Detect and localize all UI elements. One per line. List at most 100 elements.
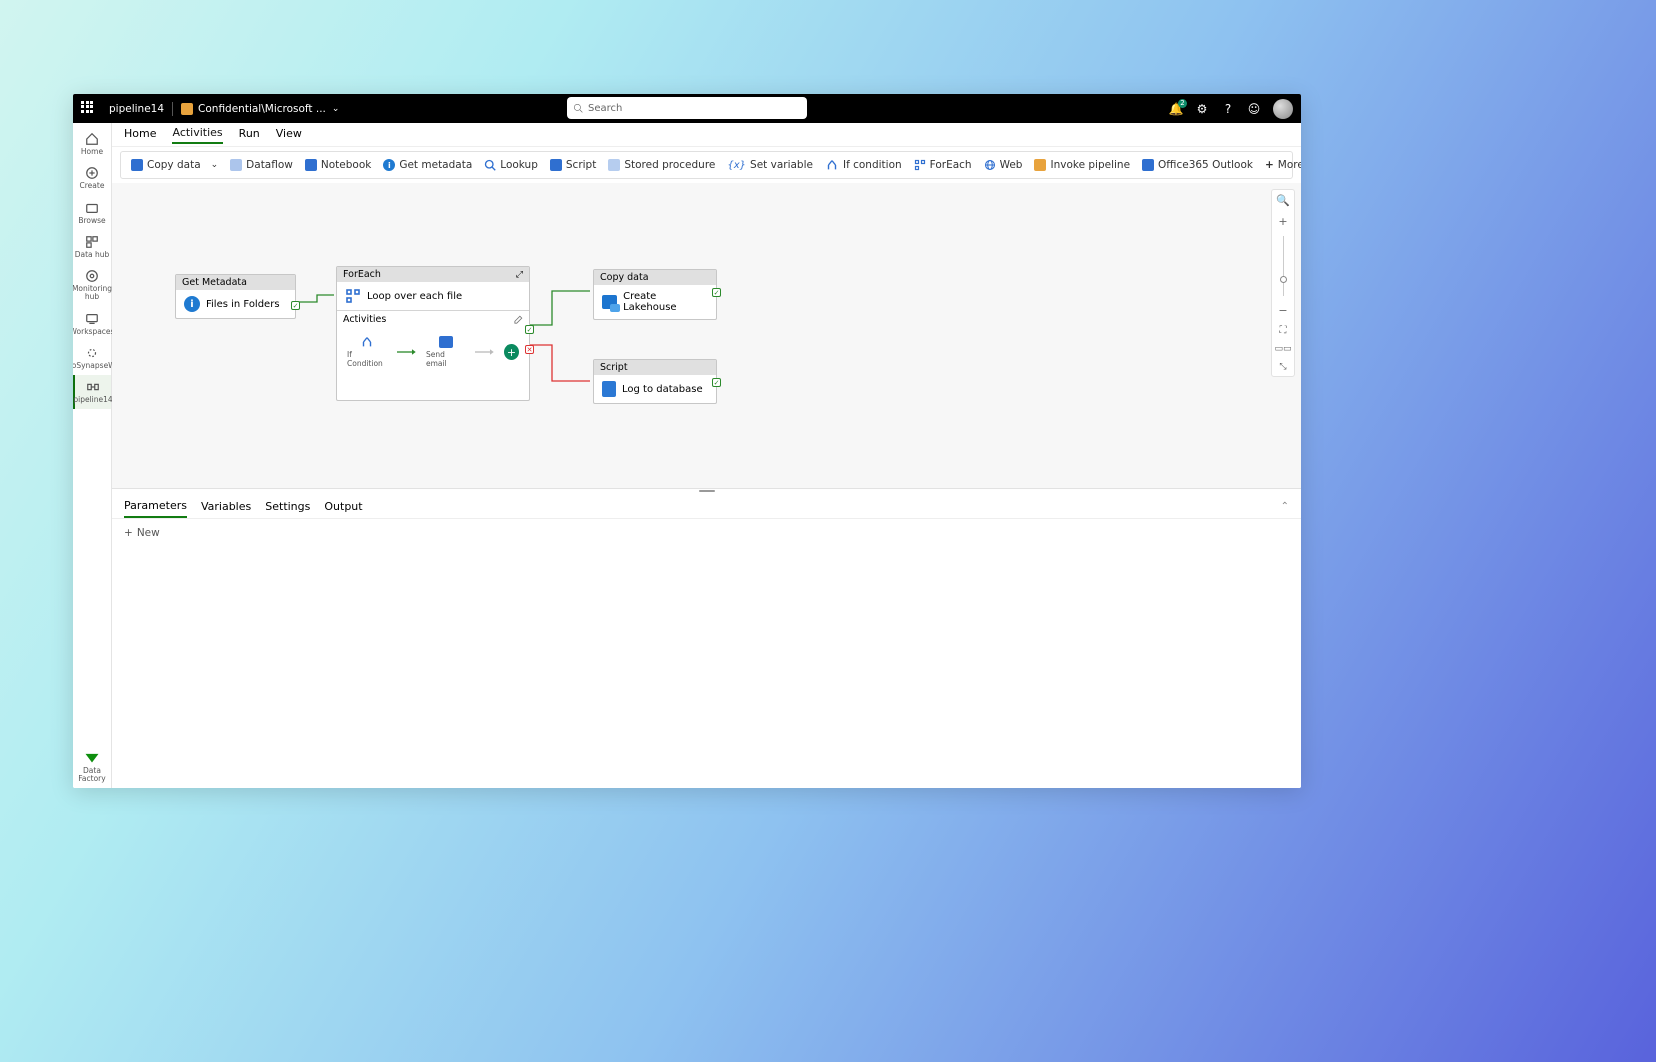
failure-output-handle[interactable]: ✕ <box>525 345 534 354</box>
expand-icon[interactable]: ⤢ <box>516 270 523 280</box>
tab-settings[interactable]: Settings <box>265 496 310 517</box>
menu-view[interactable]: View <box>276 127 302 143</box>
page-title: pipeline14 <box>109 103 164 115</box>
foreach-icon <box>914 159 926 171</box>
search-icon[interactable]: 🔍 <box>1276 194 1290 207</box>
rail-create[interactable]: Create <box>73 161 111 195</box>
fit-to-screen-button[interactable]: ⛶ <box>1280 325 1287 336</box>
node-copy-data[interactable]: Copy data Create Lakehouse ✓ <box>593 269 717 320</box>
toolbar-stored-procedure[interactable]: Stored procedure <box>608 159 715 171</box>
node-label: Loop over each file <box>367 291 462 302</box>
web-icon <box>984 159 996 171</box>
inner-if-condition[interactable]: If Condition <box>347 336 387 368</box>
activities-subhead: Activities <box>343 314 386 325</box>
toolbar-set-variable[interactable]: {x}Set variable <box>727 159 813 171</box>
sensitivity-label[interactable]: Confidential\Microsoft ... <box>198 103 326 115</box>
rail-workspace-item[interactable]: ContosoSynapseWorks... <box>73 341 111 375</box>
left-rail: Home Create Browse Data hub Monitoring h… <box>73 123 112 788</box>
lookup-icon <box>484 159 496 171</box>
toolbar-notebook[interactable]: Notebook <box>305 159 371 171</box>
tab-output[interactable]: Output <box>324 496 362 517</box>
arrow-icon <box>397 348 416 356</box>
success-output-handle[interactable]: ✓ <box>291 301 300 310</box>
tab-variables[interactable]: Variables <box>201 496 251 517</box>
if-condition-icon <box>825 159 839 171</box>
toolbar-lookup[interactable]: Lookup <box>484 159 538 171</box>
new-parameter-button[interactable]: + New <box>112 519 1301 547</box>
menu-activities[interactable]: Activities <box>172 126 222 144</box>
success-output-handle[interactable]: ✓ <box>712 288 721 297</box>
notebook-icon <box>305 159 317 171</box>
toolbar-get-metadata[interactable]: iGet metadata <box>383 159 472 171</box>
dataflow-icon <box>230 159 242 171</box>
plus-icon: + <box>124 527 133 539</box>
toolbar-web[interactable]: Web <box>984 159 1023 171</box>
feedback-icon[interactable]: ☺ <box>1247 102 1261 116</box>
help-icon[interactable]: ? <box>1221 102 1235 116</box>
info-icon: i <box>184 296 200 312</box>
rail-workspaces[interactable]: Workspaces <box>73 307 111 341</box>
search-icon <box>573 103 583 113</box>
tab-parameters[interactable]: Parameters <box>124 495 187 518</box>
copy-data-icon <box>602 295 617 309</box>
rail-data-hub[interactable]: Data hub <box>73 230 111 264</box>
toolbar-script[interactable]: Script <box>550 159 596 171</box>
node-label: Files in Folders <box>206 299 280 310</box>
pipeline-canvas[interactable]: Get Metadata i Files in Folders ✓ ForEac… <box>112 183 1301 488</box>
rail-pipeline-item[interactable]: pipeline14 <box>73 375 111 409</box>
outlook-icon <box>1142 159 1154 171</box>
foreach-icon <box>345 288 361 304</box>
activities-toolbar: Copy data⌄ Dataflow Notebook iGet metada… <box>120 151 1293 179</box>
variable-icon: {x} <box>727 160 746 171</box>
toolbar-invoke-pipeline[interactable]: Invoke pipeline <box>1034 159 1130 171</box>
zoom-in-button[interactable]: + <box>1278 215 1287 228</box>
node-label: Create Lakehouse <box>623 291 708 313</box>
toolbar-if-condition[interactable]: If condition <box>825 159 902 171</box>
menu-run[interactable]: Run <box>239 127 260 143</box>
toolbar-dataflow[interactable]: Dataflow <box>230 159 293 171</box>
rail-home[interactable]: Home <box>73 127 111 161</box>
divider <box>172 102 173 116</box>
add-inner-activity-button[interactable]: + <box>504 344 519 360</box>
node-script[interactable]: Script Log to database ✓ <box>593 359 717 404</box>
chevron-down-icon: ⌄ <box>211 160 219 170</box>
toolbar-office365-outlook[interactable]: Office365 Outlook <box>1142 159 1253 171</box>
inner-send-email[interactable]: Send email <box>426 336 465 368</box>
menu-bar: Home Activities Run View <box>112 123 1301 147</box>
minimize-icon[interactable]: ⤡ <box>1279 362 1286 372</box>
node-foreach[interactable]: ForEach ⤢ Loop over each file Activities <box>336 266 530 401</box>
user-avatar[interactable] <box>1273 99 1293 119</box>
node-label: Log to database <box>622 384 703 395</box>
toolbar-more-activities[interactable]: +More activities⌄ <box>1265 159 1301 171</box>
toolbar-foreach[interactable]: ForEach <box>914 159 972 171</box>
info-icon: i <box>383 159 395 171</box>
notifications-icon[interactable]: 🔔2 <box>1169 102 1183 116</box>
rail-browse[interactable]: Browse <box>73 196 111 230</box>
node-header: Get Metadata <box>182 277 247 288</box>
settings-icon[interactable]: ⚙ <box>1195 102 1209 116</box>
rail-monitoring-hub[interactable]: Monitoring hub <box>73 264 111 307</box>
collapse-panel-icon[interactable]: ⌃ <box>1281 497 1289 516</box>
menu-home[interactable]: Home <box>124 127 156 143</box>
node-get-metadata[interactable]: Get Metadata i Files in Folders ✓ <box>175 274 296 319</box>
success-output-handle[interactable]: ✓ <box>525 325 534 334</box>
toolbar-copy-data[interactable]: Copy data⌄ <box>131 159 218 171</box>
notification-badge: 2 <box>1178 99 1187 108</box>
app-launcher-icon[interactable] <box>81 101 97 117</box>
chevron-down-icon[interactable]: ⌄ <box>332 104 340 114</box>
edit-icon[interactable] <box>513 315 523 325</box>
arrow-icon <box>475 348 494 356</box>
rail-data-factory-picker[interactable]: Data Factory <box>73 746 111 789</box>
script-icon <box>602 381 616 397</box>
success-output-handle[interactable]: ✓ <box>712 378 721 387</box>
zoom-controls: 🔍 + − ⛶ ▭▭ ⤡ <box>1271 189 1295 377</box>
layout-button[interactable]: ▭▭ <box>1274 344 1291 354</box>
node-header: ForEach <box>343 269 381 280</box>
if-condition-icon <box>360 336 374 348</box>
script-icon <box>550 159 562 171</box>
sensitivity-shield-icon <box>181 103 193 115</box>
zoom-out-button[interactable]: − <box>1278 304 1287 317</box>
zoom-slider[interactable] <box>1283 236 1284 296</box>
top-bar: pipeline14 Confidential\Microsoft ... ⌄ … <box>73 94 1301 123</box>
search-input[interactable]: Search <box>567 97 807 119</box>
